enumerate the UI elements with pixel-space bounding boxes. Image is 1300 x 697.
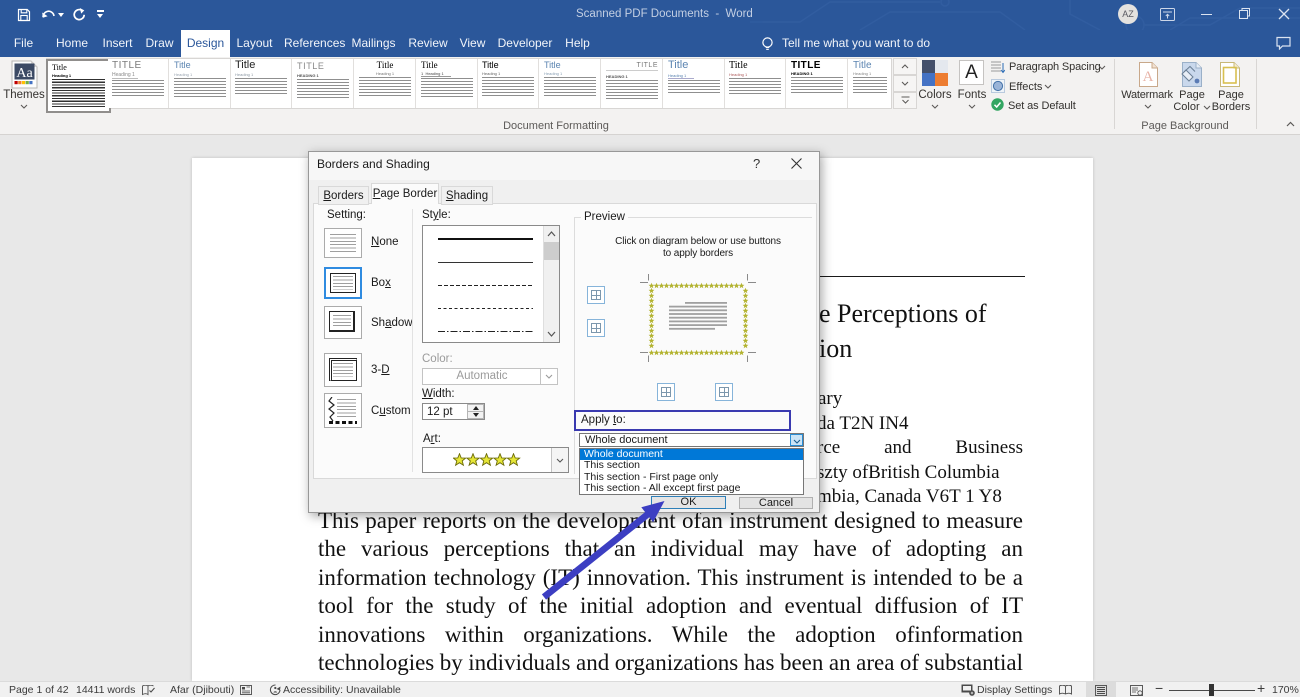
svg-text:Aa: Aa: [16, 66, 33, 81]
svg-text:A: A: [1143, 69, 1154, 85]
